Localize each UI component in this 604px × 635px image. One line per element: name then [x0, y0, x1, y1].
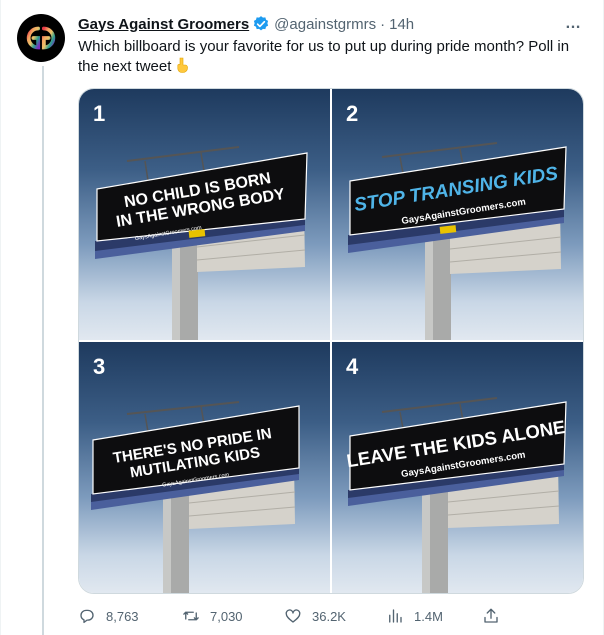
billboard-number-3: 3 [93, 354, 106, 379]
billboard-1-graphic: NO CHILD IS BORN IN THE WRONG BODY GaysA… [95, 146, 308, 340]
tweet-text-body: Which billboard is your favorite for us … [78, 38, 570, 75]
avatar[interactable] [17, 14, 65, 62]
billboard-image-2[interactable]: STOP TRANSING KIDS GaysAgainstGroomers.c… [332, 89, 583, 340]
views-chart-icon [389, 609, 402, 623]
display-name[interactable]: Gays Against Groomers [78, 16, 249, 33]
tweet-actions: 8,763 7,030 36.2K 1.4M [78, 604, 498, 628]
share-icon [484, 608, 498, 623]
pointing-down-emoji-icon [177, 57, 189, 73]
thread-line [42, 66, 44, 635]
billboard-number-2: 2 [346, 101, 359, 126]
reply-count: 8,763 [106, 608, 139, 624]
frame-border-left [0, 0, 1, 635]
handle[interactable]: @againstgrmrs [274, 16, 376, 33]
billboard-image-1[interactable]: NO CHILD IS BORN IN THE WRONG BODY GaysA… [79, 89, 330, 340]
media-grid: NO CHILD IS BORN IN THE WRONG BODY GaysA… [78, 88, 584, 594]
separator-dot: · [380, 15, 386, 33]
gg-logo-icon [26, 26, 56, 50]
retweet-icon [183, 611, 199, 621]
retweet-count: 7,030 [210, 608, 243, 624]
tweet-text: Which billboard is your favorite for us … [78, 37, 588, 77]
tweet-header: Gays Against Groomers @againstgrmrs · 14… [78, 14, 414, 34]
like-button[interactable]: 36.2K [284, 604, 346, 628]
verified-badge-icon[interactable] [252, 15, 270, 33]
reply-button[interactable]: 8,763 [78, 604, 139, 628]
billboard-image-3[interactable]: THERE'S NO PRIDE IN MUTILATING KIDS Gays… [79, 342, 330, 593]
billboard-2-graphic: STOP TRANSING KIDS GaysAgainstGroomers.c… [348, 142, 567, 340]
billboard-number-4: 4 [346, 354, 359, 379]
more-options-icon[interactable]: … [565, 15, 582, 33]
view-count: 1.4M [414, 608, 443, 624]
billboard-image-4[interactable]: LEAVE THE KIDS ALONE GaysAgainstGroomers… [332, 342, 583, 593]
share-button[interactable] [482, 604, 510, 628]
views-button[interactable]: 1.4M [386, 604, 443, 628]
billboard-number-1: 1 [93, 101, 106, 126]
billboard-4-graphic: LEAVE THE KIDS ALONE GaysAgainstGroomers… [345, 397, 567, 593]
billboard-3-graphic: THERE'S NO PRIDE IN MUTILATING KIDS Gays… [91, 401, 300, 593]
timestamp[interactable]: 14h [389, 16, 414, 33]
reply-icon [80, 609, 94, 624]
heart-icon [285, 609, 301, 623]
like-count: 36.2K [312, 608, 346, 624]
retweet-button[interactable]: 7,030 [182, 604, 243, 628]
